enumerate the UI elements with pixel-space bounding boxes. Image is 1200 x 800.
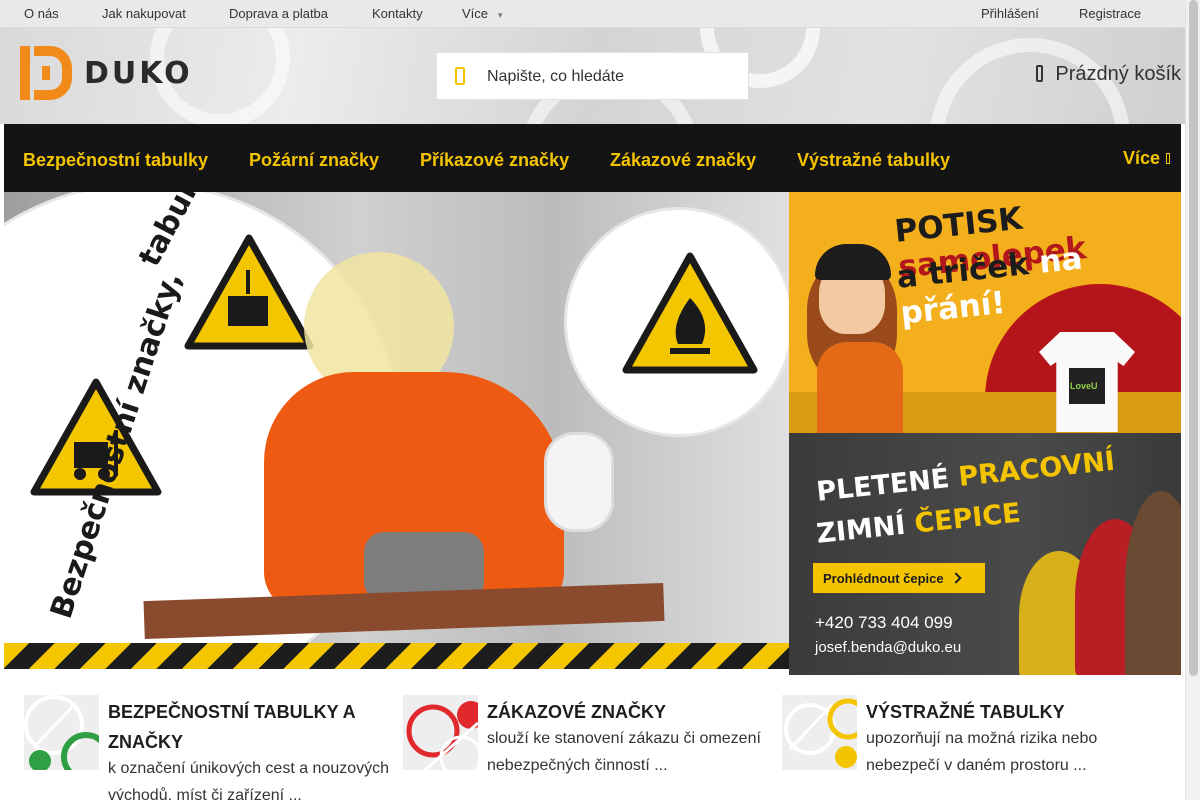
cart-link[interactable]: Prázdný košík: [1036, 63, 1181, 86]
topbar-link-more[interactable]: Více ▾: [462, 6, 503, 21]
logo-wordmark: DUKO: [84, 56, 193, 91]
hazard-stripe: [4, 643, 789, 669]
tshirt-print: LoveU: [1069, 368, 1105, 404]
view-beanies-button[interactable]: Prohlédnout čepice: [813, 563, 985, 593]
promo2-text-white: PLETENÉ: [815, 462, 961, 508]
category-description: slouží ke stanovení zákazu či omezení ne…: [487, 730, 761, 774]
promo2-headline-2: ZIMNÍ ČEPICE: [815, 498, 1022, 550]
category-thumb: [782, 695, 857, 770]
nav-item-safety-signs[interactable]: Bezpečnostní tabulky: [23, 150, 208, 171]
cart-icon: [1036, 65, 1044, 82]
cart-label: Prázdný košík: [1055, 63, 1181, 85]
mascot-vest: [817, 342, 903, 433]
category-warning-signs[interactable]: VÝSTRAŽNÉ TABULKY upozorňují na možná ri…: [782, 695, 1152, 800]
view-beanies-label: Prohlédnout čepice: [823, 570, 944, 586]
mascot-helmet: [815, 244, 891, 280]
chevron-right-icon: [949, 571, 962, 584]
nav-item-prohibition-signs[interactable]: Zákazové značky: [610, 150, 756, 171]
prohibition-sign-icon: [406, 701, 478, 770]
category-thumb: [403, 695, 478, 770]
site-header: DUKO Prázdný košík: [0, 28, 1185, 124]
category-title[interactable]: VÝSTRAŽNÉ TABULKY: [866, 697, 1156, 727]
category-title[interactable]: ZÁKAZOVÉ ZNAČKY: [487, 697, 777, 727]
category-safety-signs[interactable]: BEZPEČNOSTNÍ TABULKY A ZNAČKY k označení…: [24, 695, 394, 800]
promo2-email: josef.benda@duko.eu: [815, 639, 962, 656]
category-title[interactable]: BEZPEČNOSTNÍ TABULKY A ZNAČKY: [108, 697, 398, 757]
worker-knee-pad: [544, 432, 614, 532]
promo2-text-white-2: ZIMNÍ: [815, 508, 917, 550]
nav-item-more[interactable]: Více: [1123, 148, 1171, 169]
main-nav: Bezpečnostní tabulky Požární značky Přík…: [4, 124, 1181, 192]
promo2-headline-1: PLETENÉ PRACOVNÍ: [815, 446, 1116, 508]
topbar-link-contacts[interactable]: Kontakty: [372, 6, 423, 21]
search-input[interactable]: [487, 65, 737, 89]
nav-item-mandatory-signs[interactable]: Příkazové značky: [420, 150, 569, 171]
escape-route-sign-icon: [24, 695, 99, 770]
caret-down-icon: ▾: [498, 10, 503, 20]
topbar-link-about[interactable]: O nás: [24, 6, 59, 21]
category-description: upozorňují na možná rizika nebo nebezpeč…: [866, 730, 1098, 774]
promo2-text-yellow-2: ČEPICE: [913, 497, 1023, 540]
top-bar: O nás Jak nakupovat Doprava a platba Kon…: [0, 0, 1185, 28]
category-description: k označení únikových cest a nouzových vý…: [108, 760, 390, 800]
promo2-phone: +420 733 404 099: [815, 613, 953, 632]
hero-banner[interactable]: tabulky a symboly Bezpečnostní značky,: [4, 192, 789, 669]
search-box: [436, 52, 749, 100]
category-prohibition-signs[interactable]: ZÁKAZOVÉ ZNAČKY slouží ke stanovení záka…: [403, 695, 773, 800]
logo-mark-icon: [20, 46, 72, 100]
search-icon[interactable]: [455, 67, 465, 85]
caret-down-icon: [1166, 153, 1171, 164]
flammable-warning-icon: [622, 252, 758, 374]
promo2-text-yellow: PRACOVNÍ: [956, 445, 1117, 493]
topbar-link-shipping[interactable]: Doprava a platba: [229, 6, 328, 21]
topbar-link-how-to-buy[interactable]: Jak nakupovat: [102, 6, 186, 21]
warning-sign-icon: [784, 698, 857, 768]
promo-banner-beanies[interactable]: PLETENÉ PRACOVNÍ ZIMNÍ ČEPICE Prohlédnou…: [789, 433, 1181, 675]
hoist-warning-icon: [184, 234, 314, 350]
category-thumb: [24, 695, 99, 770]
nav-item-fire-signs[interactable]: Požární značky: [249, 150, 379, 171]
scrollbar-thumb[interactable]: [1189, 0, 1198, 676]
topbar-link-login[interactable]: Přihlášení: [981, 6, 1039, 21]
topbar-more-label: Více: [462, 6, 489, 21]
topbar-link-register[interactable]: Registrace: [1079, 6, 1141, 21]
beanie-brown: [1125, 491, 1181, 675]
tshirt-print-text: LoveU: [1070, 381, 1098, 391]
logo[interactable]: DUKO: [18, 44, 218, 102]
page-scrollbar[interactable]: [1185, 0, 1200, 800]
promo-banner-printing[interactable]: POTISK samolepek a triček na přání! Love…: [789, 192, 1181, 433]
nav-item-warning-signs[interactable]: Výstražné tabulky: [797, 150, 950, 171]
nav-more-label: Více: [1123, 148, 1161, 168]
